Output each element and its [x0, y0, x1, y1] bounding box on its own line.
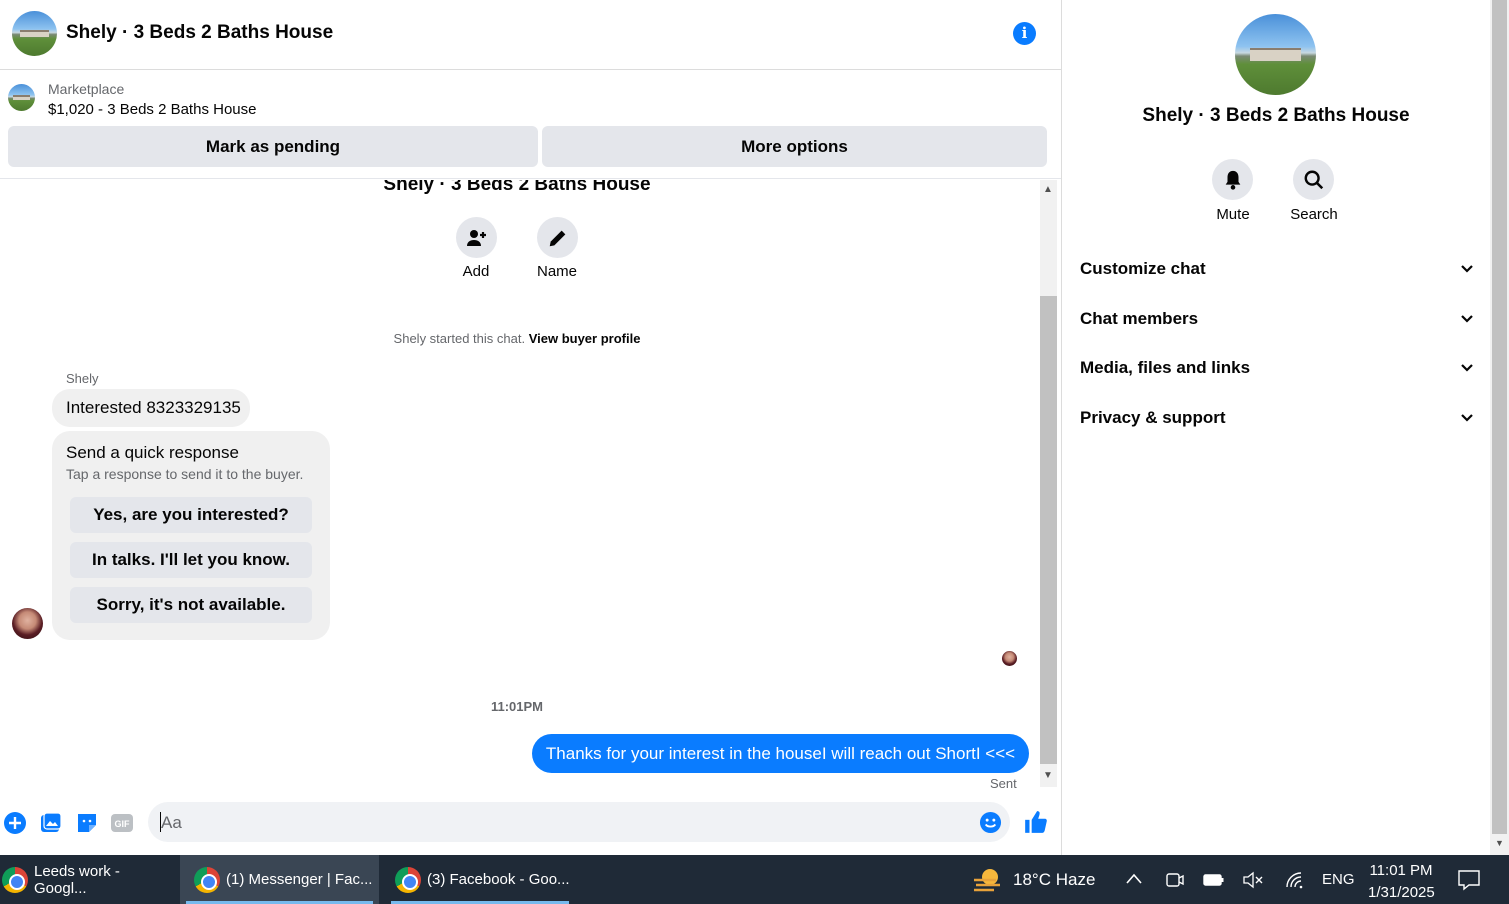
listing-source: Marketplace — [48, 81, 125, 97]
view-buyer-profile-link[interactable]: View buyer profile — [529, 331, 641, 346]
chrome-icon — [395, 866, 421, 893]
page-scrollbar[interactable]: ▼ — [1490, 0, 1509, 855]
chrome-icon — [2, 866, 28, 893]
sender-name: Shely — [66, 371, 99, 386]
quick-response-title: Send a quick response — [66, 443, 239, 462]
quick-reply-button[interactable]: Yes, are you interested? — [70, 497, 312, 533]
search-button[interactable] — [1293, 159, 1334, 200]
accordion-privacy-support[interactable]: Privacy & support — [1080, 403, 1475, 433]
accordion-label: Privacy & support — [1080, 408, 1226, 427]
accordion-chat-members[interactable]: Chat members — [1080, 304, 1475, 334]
chat-title[interactable]: Shely · 3 Beds 2 Baths House — [66, 22, 333, 44]
taskbar-item-messenger[interactable]: (1) Messenger | Fac... — [180, 855, 379, 904]
clock-time: 11:01 PM — [1369, 862, 1433, 879]
started-text: Shely started this chat. — [393, 331, 526, 346]
accordion-label: Chat members — [1080, 309, 1199, 328]
sticker-icon[interactable] — [75, 811, 99, 835]
volume-muted-icon[interactable] — [1242, 871, 1264, 889]
message-input-placeholder: Aa — [161, 813, 182, 832]
emoji-icon[interactable] — [979, 811, 1002, 834]
svg-text:GIF: GIF — [115, 819, 131, 829]
mute-button[interactable] — [1212, 159, 1253, 200]
quick-response-subtitle: Tap a response to send it to the buyer. — [66, 466, 304, 482]
language-indicator[interactable]: ENG — [1322, 855, 1355, 904]
search-label: Search — [1290, 206, 1338, 223]
more-options-button[interactable]: More options — [542, 126, 1047, 167]
scroll-up-arrow[interactable]: ▲ — [1043, 184, 1053, 195]
sender-avatar[interactable] — [12, 608, 43, 639]
message-input[interactable]: Aa — [148, 802, 1010, 842]
taskbar-item-label: (1) Messenger | Fac... — [226, 871, 373, 888]
chat-avatar[interactable] — [12, 11, 57, 56]
name-label: Name — [536, 263, 577, 280]
chevron-down-icon — [1461, 364, 1473, 372]
outgoing-message[interactable]: Thanks for your interest in the houseI w… — [532, 734, 1029, 773]
listing-thumbnail[interactable] — [8, 84, 35, 111]
taskbar-item-label: (3) Facebook - Goo... — [427, 871, 570, 888]
listing-banner: Marketplace $1,020 - 3 Beds 2 Baths Hous… — [0, 71, 1061, 179]
chevron-up-icon[interactable] — [1125, 872, 1143, 886]
quick-reply-button[interactable]: Sorry, it's not available. — [70, 587, 312, 623]
search-icon — [1304, 170, 1323, 189]
message-list[interactable]: Shely · 3 Beds 2 Baths House Add Name Sh… — [0, 180, 1061, 790]
add-label: Add — [462, 263, 490, 280]
battery-icon[interactable] — [1203, 872, 1225, 888]
app-window: Shely · 3 Beds 2 Baths House i Marketpla… — [0, 0, 1509, 904]
taskbar-item-label: Leeds work - Googl... — [34, 862, 120, 897]
page-scroll-thumb[interactable] — [1492, 0, 1507, 834]
message-status: Sent — [990, 776, 1017, 790]
chevron-down-icon — [1461, 315, 1473, 323]
chrome-icon — [194, 866, 220, 893]
add-button[interactable] — [456, 217, 497, 258]
photo-icon[interactable] — [39, 811, 63, 835]
details-title: Shely · 3 Beds 2 Baths House — [1142, 105, 1410, 126]
like-icon[interactable] — [1023, 809, 1049, 835]
taskbar: Leeds work - Googl... (1) Messenger | Fa… — [0, 855, 1509, 904]
message-timestamp: 11:01PM — [490, 699, 544, 714]
add-person-icon — [466, 229, 486, 246]
weather-widget[interactable]: 18°C Haze — [972, 855, 1095, 904]
wifi-icon[interactable] — [1284, 871, 1306, 889]
chevron-down-icon — [1461, 265, 1473, 273]
haze-icon — [974, 868, 1000, 891]
chevron-down-icon — [1461, 414, 1473, 422]
mark-pending-button[interactable]: Mark as pending — [8, 126, 538, 167]
chat-details-panel: Shely · 3 Beds 2 Baths House Mute Search… — [1061, 0, 1490, 855]
quick-reply-button[interactable]: In talks. I'll let you know. — [70, 542, 312, 578]
chat-header: Shely · 3 Beds 2 Baths House i — [0, 0, 1061, 70]
chat-started-notice: Shely started this chat. View buyer prof… — [0, 331, 1034, 346]
meet-icon[interactable] — [1165, 870, 1185, 890]
scroll-down-arrow[interactable]: ▼ — [1043, 770, 1053, 781]
conversation-title: Shely · 3 Beds 2 Baths House — [383, 180, 651, 195]
quick-response-card: Send a quick response Tap a response to … — [52, 431, 330, 640]
plus-icon[interactable] — [3, 811, 27, 835]
chat-scrollbar[interactable]: ▲ ▼ — [1040, 180, 1057, 787]
pencil-icon — [549, 230, 565, 246]
details-avatar[interactable] — [1235, 14, 1316, 95]
mute-label: Mute — [1216, 206, 1250, 223]
accordion-customize-chat[interactable]: Customize chat — [1080, 254, 1475, 284]
clock[interactable]: 11:01 PM 1/31/2025 — [1368, 860, 1435, 904]
accordion-label: Media, files and links — [1080, 358, 1251, 377]
taskbar-item-leeds[interactable]: Leeds work - Googl... — [0, 855, 176, 904]
clock-date: 1/31/2025 — [1368, 884, 1435, 901]
listing-price-title[interactable]: $1,020 - 3 Beds 2 Baths House — [48, 101, 256, 118]
info-icon[interactable]: i — [1013, 22, 1036, 45]
accordion-label: Customize chat — [1080, 259, 1206, 278]
accordion-media-files-links[interactable]: Media, files and links — [1080, 353, 1475, 383]
name-button[interactable] — [537, 217, 578, 258]
weather-text: 18°C Haze — [1013, 869, 1096, 889]
bell-icon — [1225, 170, 1240, 190]
scroll-thumb[interactable] — [1040, 296, 1057, 764]
notifications-icon[interactable] — [1457, 869, 1481, 891]
composer: GIF Aa — [0, 800, 1061, 848]
taskbar-item-facebook[interactable]: (3) Facebook - Goo... — [385, 855, 575, 904]
gif-icon[interactable]: GIF — [110, 811, 134, 835]
seen-avatar — [1002, 651, 1017, 666]
page-scroll-down-arrow[interactable]: ▼ — [1495, 838, 1504, 848]
chat-pane: Shely · 3 Beds 2 Baths House i Marketpla… — [0, 0, 1061, 855]
incoming-message[interactable]: Interested 8323329135 — [52, 389, 250, 427]
